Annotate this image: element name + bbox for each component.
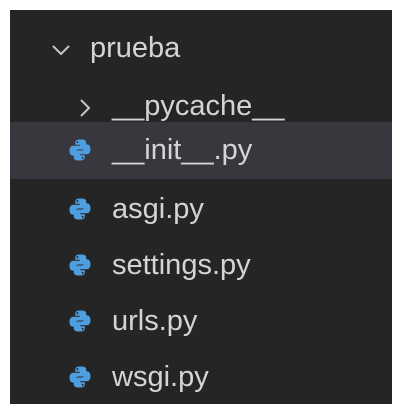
python-icon (68, 365, 92, 389)
tree-item-label: urls.py (112, 305, 198, 337)
chevron-down-icon[interactable] (50, 39, 72, 61)
folder-label: prueba (90, 32, 181, 64)
chevron-right-icon[interactable] (74, 97, 96, 119)
tree-item-label: __init__.py (112, 134, 253, 166)
python-icon (68, 138, 92, 162)
tree-item-init-py[interactable]: __init__.py (10, 122, 392, 179)
python-icon (68, 309, 92, 333)
python-icon (68, 253, 92, 277)
tree-item-asgi-py[interactable]: asgi.py (10, 182, 392, 239)
tree-item-urls-py[interactable]: urls.py (10, 294, 392, 351)
tree-item-settings-py[interactable]: settings.py (10, 238, 392, 295)
python-icon (68, 197, 92, 221)
tree-item-label: asgi.py (112, 193, 204, 225)
folder-row-prueba[interactable]: prueba (10, 22, 392, 79)
tree-item-label: wsgi.py (112, 361, 209, 393)
tree-item-label: settings.py (112, 249, 251, 281)
tree-item-wsgi-py[interactable]: wsgi.py (10, 350, 392, 404)
file-explorer-tree: prueba __pycache__ __init__.py asgi.py s… (10, 10, 392, 404)
tree-item-label: __pycache__ (112, 90, 285, 122)
